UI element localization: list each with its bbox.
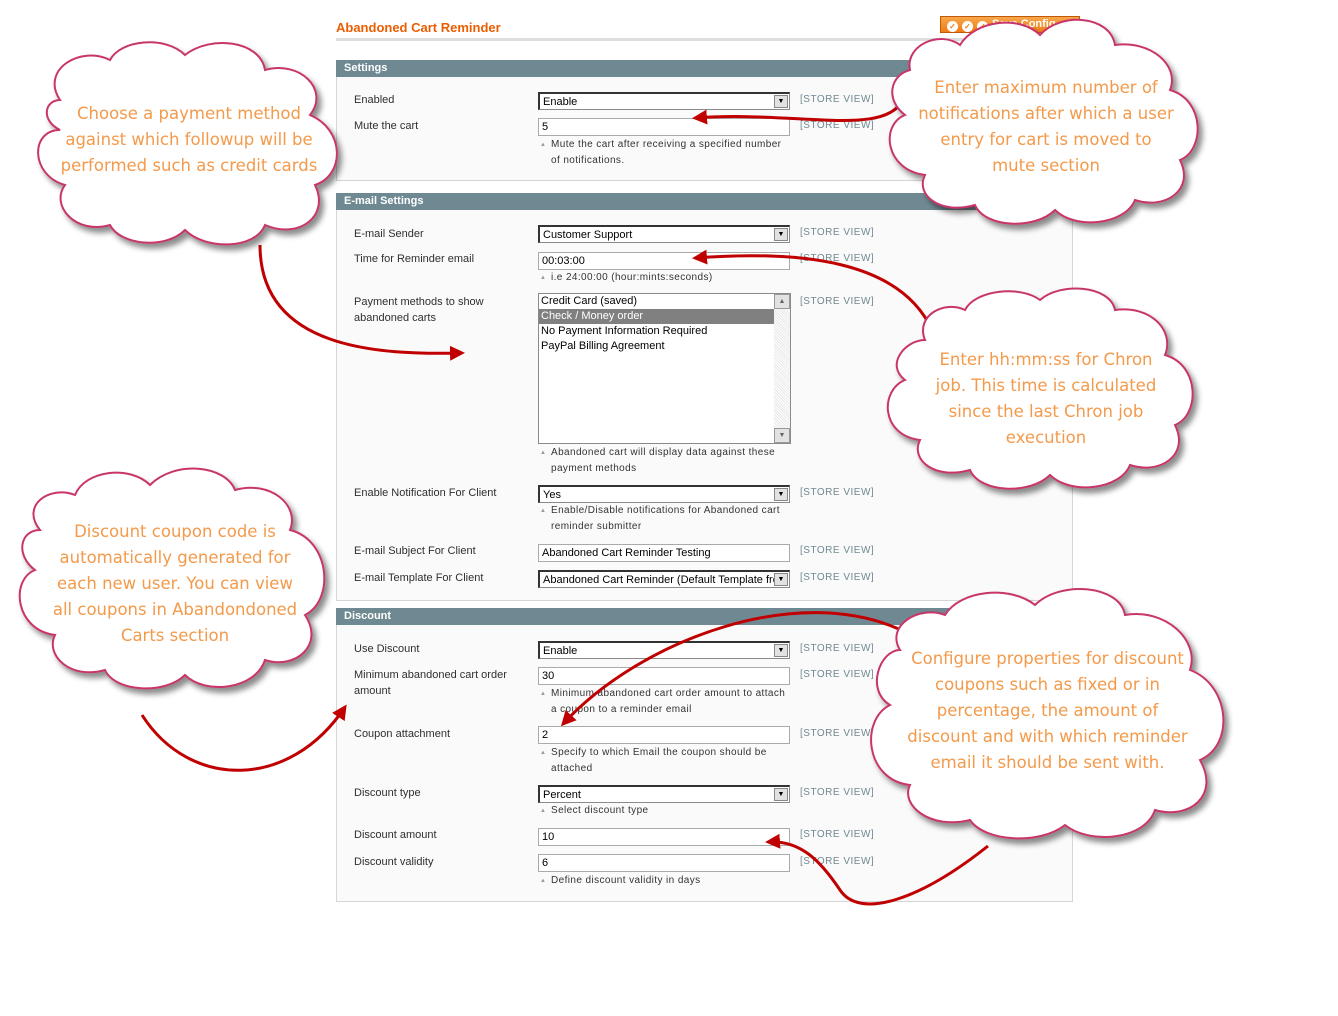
arrow-payment — [258, 244, 465, 361]
callout-text-payment: Choose a payment method against which fo… — [60, 104, 318, 175]
callout-text-mute: Enter maximum number of notifications af… — [918, 78, 1174, 175]
arrow-mute — [692, 94, 907, 125]
arrow-coupon — [140, 704, 347, 772]
arrow-discount-attach — [560, 611, 906, 727]
arrow-discount-amount — [765, 833, 989, 906]
callout-text-chron: Enter hh:mm:ss for Chron job. This time … — [935, 350, 1157, 447]
callout-text-discount: Configure properties for discount coupon… — [907, 649, 1188, 772]
callout-text-coupon: Discount coupon code is automatically ge… — [52, 522, 298, 645]
arrow-chron — [692, 249, 934, 331]
